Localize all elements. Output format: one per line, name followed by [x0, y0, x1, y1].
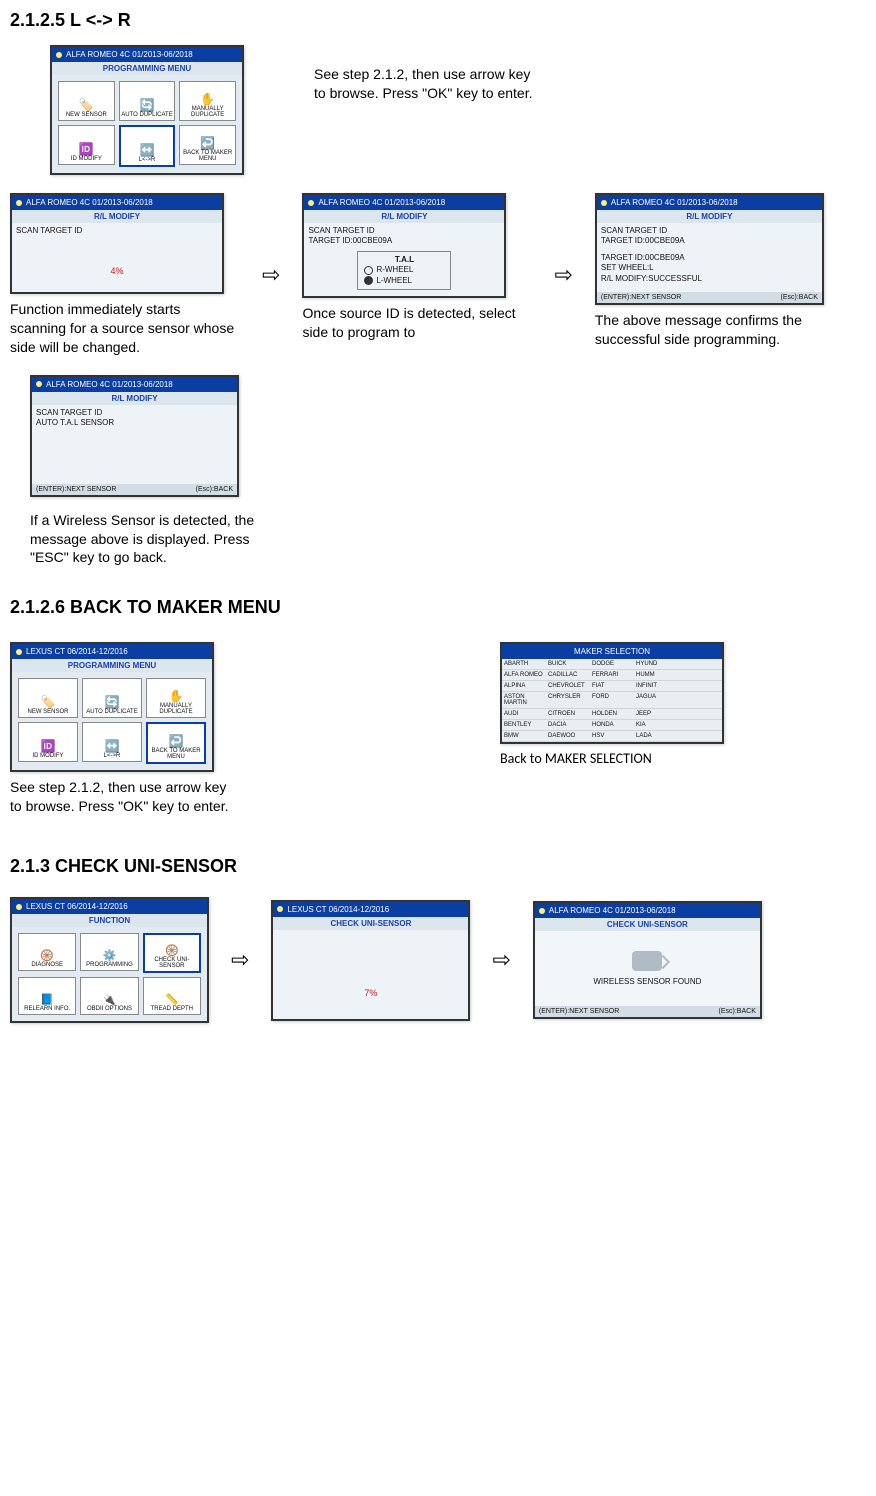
caption-2126-right: Back to MAKER SELECTION [500, 750, 724, 769]
maker-cell[interactable]: HSV [590, 731, 634, 742]
maker-cell[interactable]: DACIA [546, 720, 590, 731]
func-diagnose[interactable]: 🛞DIAGNOSE [18, 933, 76, 971]
maker-cell[interactable]: ALFA ROMEO [502, 670, 546, 681]
caption-top: See step 2.1.2, then use arrow key to br… [314, 65, 544, 103]
screen-prog-menu: ALFA ROMEO 4C 01/2013-06/2018 PROGRAMMIN… [50, 45, 244, 175]
maker-cell[interactable]: LADA [634, 731, 678, 742]
maker-cell[interactable]: FIAT [590, 681, 634, 692]
caption-2126-left: See step 2.1.2, then use arrow key to br… [10, 778, 240, 816]
maker-cell[interactable]: CHRYSLER [546, 692, 590, 709]
menu2-auto-duplicate[interactable]: 🔄AUTO DUPLICATE [82, 678, 142, 718]
menu-id-modify[interactable]: 🆔ID MODIFY [58, 125, 115, 165]
maker-cell[interactable]: CHEVROLET [546, 681, 590, 692]
screen-success: ALFA ROMEO 4C 01/2013-06/2018 R/L MODIFY… [595, 193, 824, 305]
maker-cell[interactable]: FERRARI [590, 670, 634, 681]
arrow-right-icon: ⇨ [231, 947, 249, 973]
menu2-new-sensor[interactable]: 🏷️NEW SENSOR [18, 678, 78, 718]
maker-cell[interactable]: KIA [634, 720, 678, 731]
menu-back-maker[interactable]: ↩️BACK TO MAKER MENU [179, 125, 236, 165]
maker-cell[interactable] [678, 692, 722, 709]
sensor-icon [632, 951, 662, 971]
screen-wireless-found: ALFA ROMEO 4C 01/2013-06/2018 CHECK UNI-… [533, 901, 762, 1019]
maker-cell[interactable]: BENTLEY [502, 720, 546, 731]
maker-cell[interactable] [678, 731, 722, 742]
menu2-back-maker[interactable]: ↩️BACK TO MAKER MENU [146, 722, 206, 764]
maker-cell[interactable]: FORD [590, 692, 634, 709]
menu2-id-modify[interactable]: 🆔ID MODIFY [18, 722, 78, 762]
screen-auto-tal: ALFA ROMEO 4C 01/2013-06/2018 R/L MODIFY… [30, 375, 239, 497]
menu-lr[interactable]: ↔️L<->R [119, 125, 176, 167]
arrow-right-icon: ⇨ [262, 262, 280, 288]
func-obdii[interactable]: 🔌OBDII OPTIONS [80, 977, 138, 1015]
maker-cell[interactable]: INFINIT [634, 681, 678, 692]
arrow-right-icon: ⇨ [492, 947, 510, 973]
maker-cell[interactable]: BMW [502, 731, 546, 742]
caption-success: The above message confirms the successfu… [595, 311, 825, 349]
screen-check-uni: LEXUS CT 06/2014-12/2016 CHECK UNI-SENSO… [271, 900, 470, 1021]
menu2-lr[interactable]: ↔️L<->R [82, 722, 142, 762]
maker-cell[interactable]: BUICK [546, 659, 590, 670]
func-relearn[interactable]: 📘RELEARN INFO. [18, 977, 76, 1015]
menu-auto-duplicate[interactable]: 🔄AUTO DUPLICATE [119, 81, 176, 121]
maker-cell[interactable]: ALPINA [502, 681, 546, 692]
func-programming[interactable]: ⚙️PROGRAMMING [80, 933, 138, 971]
maker-cell[interactable]: AUDI [502, 709, 546, 720]
maker-cell[interactable] [678, 709, 722, 720]
maker-cell[interactable]: HYUND [634, 659, 678, 670]
maker-cell[interactable]: JAGUA [634, 692, 678, 709]
menu-new-sensor[interactable]: 🏷️NEW SENSOR [58, 81, 115, 121]
maker-cell[interactable] [678, 670, 722, 681]
maker-cell[interactable] [678, 659, 722, 670]
arrow-right-icon: ⇨ [554, 262, 572, 288]
maker-cell[interactable] [678, 681, 722, 692]
maker-cell[interactable]: ABARTH [502, 659, 546, 670]
caption-wheel: Once source ID is detected, select side … [302, 304, 532, 342]
func-check-uni[interactable]: 🛞CHECK UNI-SENSOR [143, 933, 201, 973]
heading-2126: 2.1.2.6 BACK TO MAKER MENU [10, 597, 856, 618]
maker-cell[interactable]: DAEWOO [546, 731, 590, 742]
screen-prog-menu-2: LEXUS CT 06/2014-12/2016 PROGRAMMING MEN… [10, 642, 214, 772]
maker-cell[interactable]: CADILLAC [546, 670, 590, 681]
maker-cell[interactable]: JEEP [634, 709, 678, 720]
maker-cell[interactable]: CITROEN [546, 709, 590, 720]
maker-cell[interactable]: ASTON MARTIN [502, 692, 546, 709]
caption-auto: If a Wireless Sensor is detected, the me… [30, 511, 260, 568]
func-tread[interactable]: 📏TREAD DEPTH [143, 977, 201, 1015]
maker-cell[interactable]: DODGE [590, 659, 634, 670]
menu2-manually-duplicate[interactable]: ✋MANUALLY DUPLICATE [146, 678, 206, 718]
screen-wheel-select: ALFA ROMEO 4C 01/2013-06/2018 R/L MODIFY… [302, 193, 506, 298]
caption-scan: Function immediately starts scanning for… [10, 300, 240, 357]
maker-cell[interactable]: HOLDEN [590, 709, 634, 720]
screen-scan: ALFA ROMEO 4C 01/2013-06/2018 R/L MODIFY… [10, 193, 224, 294]
heading-213: 2.1.3 CHECK UNI-SENSOR [10, 856, 856, 877]
menu-manually-duplicate[interactable]: ✋MANUALLY DUPLICATE [179, 81, 236, 121]
maker-cell[interactable]: HUMM [634, 670, 678, 681]
heading-2125: 2.1.2.5 L <-> R [10, 10, 856, 31]
screen-maker-selection: MAKER SELECTION ABARTHBUICKDODGEHYUNDALF… [500, 642, 724, 744]
screen-function: LEXUS CT 06/2014-12/2016 FUNCTION 🛞DIAGN… [10, 897, 209, 1023]
maker-cell[interactable]: HONDA [590, 720, 634, 731]
maker-cell[interactable] [678, 720, 722, 731]
